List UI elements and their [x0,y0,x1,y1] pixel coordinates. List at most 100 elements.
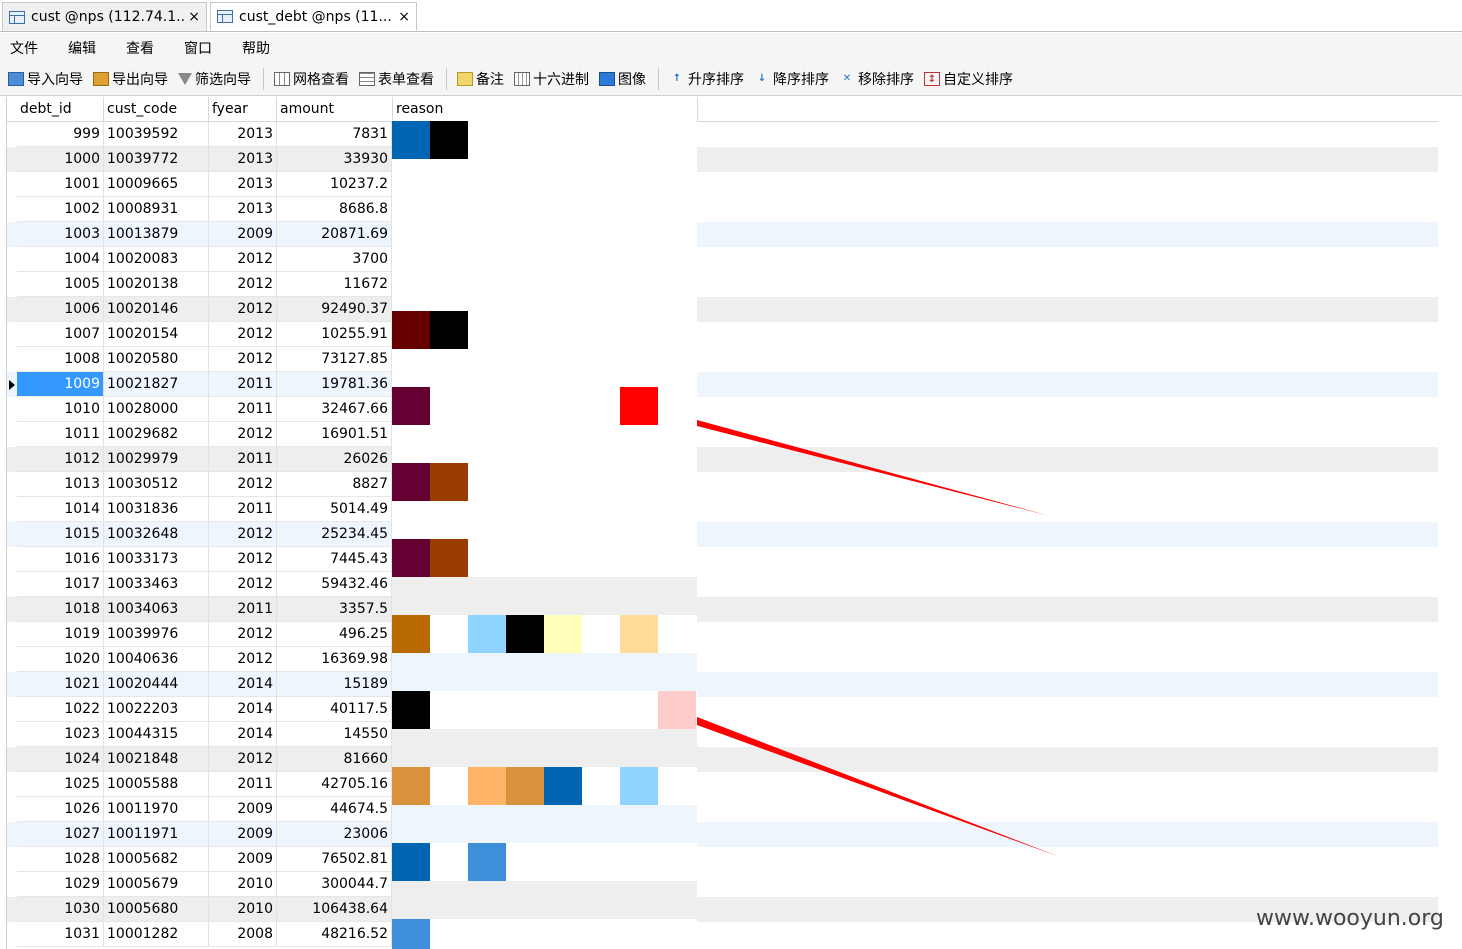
cell-cust-code[interactable]: 10021848 [104,747,209,772]
cell-debt-id[interactable]: 1022 [17,697,104,722]
cell-amount[interactable]: 15189 [277,672,392,697]
cell-amount[interactable]: 20871.69 [277,222,392,247]
cell-cust-code[interactable]: 10032648 [104,522,209,547]
table-row[interactable]: 1015 10032648 2012 25234.45 [7,522,1438,547]
table-row[interactable]: 1001 10009665 2013 10237.2 [7,172,1438,197]
table-row[interactable]: 1007 10020154 2012 10255.91 [7,322,1438,347]
table-row[interactable]: 1027 10011971 2009 23006 [7,822,1438,847]
table-row[interactable]: 1031 10001282 2008 48216.52 [7,922,1438,947]
column-header-amount[interactable]: amount [277,97,393,122]
cell-debt-id[interactable]: 1003 [17,222,104,247]
cell-fyear[interactable]: 2012 [209,747,277,772]
cell-fyear[interactable]: 2011 [209,597,277,622]
form-view-button[interactable]: 表单查看 [359,69,434,89]
cell-amount[interactable]: 32467.66 [277,397,392,422]
cell-cust-code[interactable]: 10044315 [104,722,209,747]
cell-cust-code[interactable]: 10033463 [104,572,209,597]
cell-amount[interactable]: 14550 [277,722,392,747]
cell-amount[interactable]: 48216.52 [277,922,392,947]
menu-file[interactable]: 文件 [10,38,38,58]
cell-fyear[interactable]: 2013 [209,122,277,147]
cell-debt-id[interactable]: 1002 [17,197,104,222]
table-row[interactable]: 1012 10029979 2011 26026 [7,447,1438,472]
cell-amount[interactable]: 81660 [277,747,392,772]
cell-amount[interactable]: 26026 [277,447,392,472]
cell-amount[interactable]: 106438.64 [277,897,392,922]
menu-help[interactable]: 帮助 [242,38,270,58]
cell-debt-id[interactable]: 1020 [17,647,104,672]
cell-debt-id[interactable]: 1015 [17,522,104,547]
cell-fyear[interactable]: 2012 [209,322,277,347]
table-row[interactable]: 1006 10020146 2012 92490.37 [7,297,1438,322]
cell-cust-code[interactable]: 10020444 [104,672,209,697]
menu-view[interactable]: 查看 [126,38,154,58]
cell-fyear[interactable]: 2009 [209,822,277,847]
column-header-cust-code[interactable]: cust_code [104,97,209,122]
cell-fyear[interactable]: 2012 [209,422,277,447]
cell-cust-code[interactable]: 10039592 [104,122,209,147]
tab-cust[interactable]: cust @nps (112.74.1... × [2,2,207,31]
cell-fyear[interactable]: 2014 [209,672,277,697]
cell-debt-id[interactable]: 1007 [17,322,104,347]
table-row[interactable]: 1029 10005679 2010 300044.7 [7,872,1438,897]
cell-amount[interactable]: 40117.5 [277,697,392,722]
cell-fyear[interactable]: 2012 [209,297,277,322]
cell-cust-code[interactable]: 10005679 [104,872,209,897]
cell-fyear[interactable]: 2012 [209,272,277,297]
cell-debt-id[interactable]: 1025 [17,772,104,797]
cell-amount[interactable]: 496.25 [277,622,392,647]
table-row[interactable]: 1026 10011970 2009 44674.5 [7,797,1438,822]
cell-cust-code[interactable]: 10020083 [104,247,209,272]
cell-amount[interactable]: 5014.49 [277,497,392,522]
cell-cust-code[interactable]: 10008931 [104,197,209,222]
table-row[interactable]: 1022 10022203 2014 40117.5 [7,697,1438,722]
cell-cust-code[interactable]: 10020146 [104,297,209,322]
sort-asc-button[interactable]: ↑ 升序排序 [669,69,744,89]
table-row[interactable]: 1009 10021827 2011 19781.36 [7,372,1438,397]
table-row[interactable]: 1013 10030512 2012 8827 [7,472,1438,497]
note-button[interactable]: 备注 [457,69,504,89]
cell-debt-id[interactable]: 1023 [17,722,104,747]
remove-sort-button[interactable]: ✕ 移除排序 [839,69,914,89]
cell-cust-code[interactable]: 10020154 [104,322,209,347]
column-header-fyear[interactable]: fyear [209,97,277,122]
cell-fyear[interactable]: 2013 [209,197,277,222]
cell-fyear[interactable]: 2013 [209,172,277,197]
cell-amount[interactable]: 7831 [277,122,392,147]
cell-cust-code[interactable]: 10009665 [104,172,209,197]
cell-cust-code[interactable]: 10005588 [104,772,209,797]
cell-fyear[interactable]: 2012 [209,622,277,647]
cell-cust-code[interactable]: 10039976 [104,622,209,647]
cell-debt-id[interactable]: 1017 [17,572,104,597]
cell-fyear[interactable]: 2009 [209,847,277,872]
cell-debt-id[interactable]: 1005 [17,272,104,297]
cell-fyear[interactable]: 2012 [209,347,277,372]
cell-cust-code[interactable]: 10033173 [104,547,209,572]
cell-cust-code[interactable]: 10040636 [104,647,209,672]
table-row[interactable]: 1000 10039772 2013 33930 [7,147,1438,172]
cell-debt-id[interactable]: 1009 [17,372,104,397]
cell-cust-code[interactable]: 10034063 [104,597,209,622]
table-row[interactable]: 1021 10020444 2014 15189 [7,672,1438,697]
cell-cust-code[interactable]: 10031836 [104,497,209,522]
cell-debt-id[interactable]: 1006 [17,297,104,322]
cell-fyear[interactable]: 2010 [209,872,277,897]
custom-sort-button[interactable]: ↕ 自定义排序 [924,69,1013,89]
cell-amount[interactable]: 73127.85 [277,347,392,372]
cell-cust-code[interactable]: 10005682 [104,847,209,872]
table-row[interactable]: 1002 10008931 2013 8686.8 [7,197,1438,222]
cell-amount[interactable]: 300044.7 [277,872,392,897]
cell-fyear[interactable]: 2012 [209,547,277,572]
table-row[interactable]: 1030 10005680 2010 106438.64 [7,897,1438,922]
cell-fyear[interactable]: 2012 [209,647,277,672]
cell-fyear[interactable]: 2014 [209,722,277,747]
cell-amount[interactable]: 23006 [277,822,392,847]
cell-amount[interactable]: 25234.45 [277,522,392,547]
cell-amount[interactable]: 3357.5 [277,597,392,622]
table-row[interactable]: 1014 10031836 2011 5014.49 [7,497,1438,522]
cell-debt-id[interactable]: 1012 [17,447,104,472]
cell-debt-id[interactable]: 1018 [17,597,104,622]
cell-amount[interactable]: 42705.16 [277,772,392,797]
table-row[interactable]: 1018 10034063 2011 3357.5 [7,597,1438,622]
cell-amount[interactable]: 8686.8 [277,197,392,222]
